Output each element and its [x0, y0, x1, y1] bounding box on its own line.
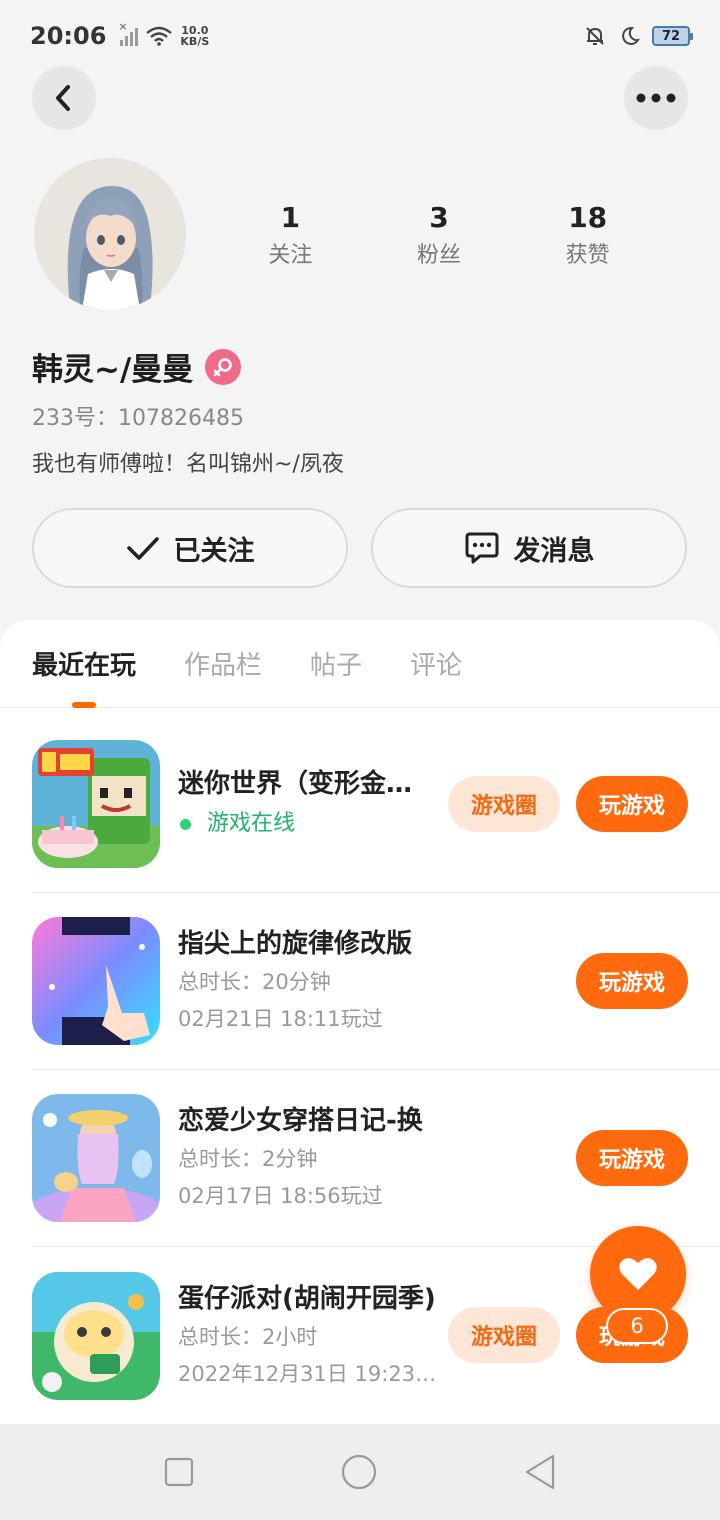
avatar[interactable] — [34, 158, 186, 310]
last-played: 02月17日 18:56玩过 — [178, 1184, 383, 1208]
moon-icon — [622, 26, 640, 45]
game-title: 指尖上的旋律修改版 — [178, 929, 413, 959]
checkmark-icon — [126, 537, 159, 560]
play-game-button[interactable]: 玩游戏 — [576, 776, 688, 832]
system-nav-bar — [0, 1424, 720, 1520]
home-icon[interactable] — [340, 1453, 378, 1491]
game-item[interactable]: 迷你世界（变形金刚联动版） 游戏在线 游戏圈 玩游戏 — [32, 716, 720, 893]
profile-tabs: 最近在玩 作品栏 帖子 评论 — [0, 620, 720, 708]
game-info: 蛋仔派对(胡闹开园季) 总时长：2小时 2022年12月31日 19:23玩过 — [178, 1279, 438, 1393]
chevron-left-icon — [56, 85, 70, 111]
game-info: 指尖上的旋律修改版 总时长：20分钟 02月21日 18:11玩过 — [178, 924, 438, 1038]
online-status-text: 游戏在线 — [207, 811, 296, 836]
status-bar: 20:06 × 10.0 KB/S 72 — [0, 0, 720, 72]
stat-value: 18 — [568, 201, 608, 234]
wifi-icon — [146, 26, 173, 46]
battery-icon: 72 — [652, 26, 693, 46]
last-played: 2022年12月31日 19:23玩过 — [178, 1361, 438, 1386]
play-game-button[interactable]: 玩游戏 — [576, 953, 688, 1009]
send-message-label: 发消息 — [513, 535, 595, 567]
game-circle-button[interactable]: 游戏圈 — [448, 776, 560, 832]
game-info: 恋爱少女穿搭日记-换 总时长：2分钟 02月17日 18:56玩过 — [178, 1101, 438, 1215]
tab-posts[interactable]: 帖子 — [310, 620, 362, 708]
play-duration: 总时长：2小时 — [178, 1324, 318, 1349]
game-icon — [32, 917, 160, 1045]
tab-comments[interactable]: 评论 — [410, 620, 462, 708]
female-gender-icon — [205, 348, 242, 385]
game-icon — [32, 1094, 160, 1222]
avatar-image — [34, 158, 186, 310]
user-id: 233号：107826485 — [32, 406, 244, 431]
game-icon — [32, 1271, 160, 1400]
play-duration: 总时长：2分钟 — [178, 1147, 318, 1171]
more-dots-icon — [636, 93, 676, 103]
user-bio: 我也有师傅啦！名叫锦州~/夙夜 — [32, 452, 344, 477]
game-circle-button[interactable]: 游戏圈 — [448, 1307, 560, 1363]
game-title: 蛋仔派对(胡闹开园季) — [178, 1283, 436, 1314]
tab-recently-played[interactable]: 最近在玩 — [32, 620, 136, 708]
following-label: 已关注 — [173, 535, 255, 567]
game-info: 迷你世界（变形金刚联动版） 游戏在线 — [178, 764, 438, 844]
online-status: 游戏在线 — [178, 804, 438, 844]
stat-value: 1 — [280, 201, 301, 234]
cellular-signal-icon: × — [118, 20, 139, 46]
status-time: 20:06 — [30, 22, 107, 50]
stat-label: 粉丝 — [417, 243, 462, 268]
play-game-button[interactable]: 玩游戏 — [576, 1130, 688, 1186]
back-nav-icon[interactable] — [523, 1453, 557, 1491]
tab-works[interactable]: 作品栏 — [184, 620, 262, 708]
last-played: 02月21日 18:11玩过 — [178, 1007, 383, 1031]
stat-label: 关注 — [268, 243, 313, 268]
stat-label: 获赞 — [565, 243, 610, 268]
stat-likes[interactable]: 18 获赞 — [513, 198, 662, 274]
chat-bubble-icon — [465, 532, 498, 564]
like-count: 6 — [606, 1308, 668, 1344]
game-title: 迷你世界（变形金刚联动版） — [178, 769, 438, 799]
net-speed-unit: KB/S — [180, 35, 210, 48]
game-title: 恋爱少女穿搭日记-换 — [178, 1106, 423, 1136]
stat-following[interactable]: 1 关注 — [216, 198, 365, 274]
game-item[interactable]: 恋爱少女穿搭日记-换 总时长：2分钟 02月17日 18:56玩过 玩游戏 — [32, 1070, 720, 1247]
heart-icon — [619, 1258, 657, 1290]
game-icon — [32, 740, 160, 868]
send-message-button[interactable]: 发消息 — [371, 508, 687, 588]
stat-value: 3 — [429, 201, 449, 234]
network-speed: 10.0 KB/S — [180, 25, 209, 47]
more-options-button[interactable] — [624, 66, 688, 130]
battery-level: 72 — [661, 28, 681, 44]
stat-fans[interactable]: 3 粉丝 — [365, 198, 514, 274]
user-name: 韩灵~/曼曼 — [32, 352, 194, 388]
play-duration: 总时长：20分钟 — [178, 970, 331, 994]
game-item[interactable]: 指尖上的旋律修改版 总时长：20分钟 02月21日 18:11玩过 玩游戏 — [32, 893, 720, 1070]
bell-muted-icon — [586, 27, 604, 45]
back-button[interactable] — [32, 66, 96, 130]
online-dot-icon — [180, 818, 191, 830]
following-button[interactable]: 已关注 — [32, 508, 348, 588]
name-row: 韩灵~/曼曼 — [32, 344, 242, 389]
profile-stats: 1 关注 3 粉丝 18 获赞 — [216, 198, 662, 274]
recent-apps-icon[interactable] — [163, 1456, 195, 1488]
